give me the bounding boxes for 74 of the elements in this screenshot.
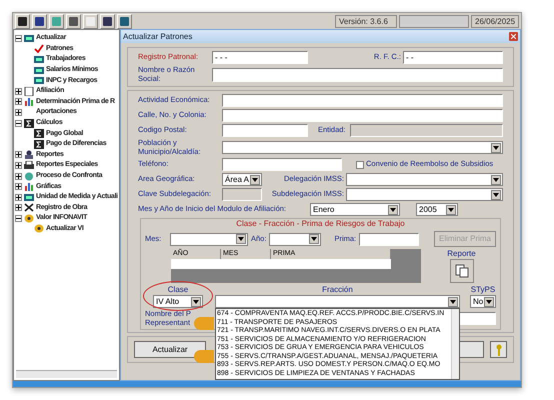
input-field[interactable]: - - - [212,51,308,64]
pointer-marker [194,317,214,330]
dropdown-arrow-icon [388,204,398,214]
dropdown[interactable] [346,188,503,201]
input-field[interactable]: - - [403,51,503,64]
close-icon[interactable] [509,32,518,41]
documents-icon [454,264,468,278]
input-field[interactable] [222,109,503,122]
dropdown[interactable]: No [470,295,496,308]
printer-icon [24,160,34,170]
dropdown[interactable] [346,173,503,186]
dropdown-arrow-icon [491,190,501,200]
tools-icon [24,203,34,212]
expand-icon[interactable] [15,98,22,106]
dropdown[interactable]: IV Alto [153,295,203,308]
dropdown-arrow-icon [250,174,260,184]
pointer-marker [194,350,214,363]
key-icon [494,344,502,356]
horizontal-scrollbar[interactable] [16,370,117,378]
report-button[interactable] [450,259,474,283]
dropdown[interactable]: Enero [310,203,400,216]
field-label: Fracción [322,285,353,295]
expand-icon[interactable] [15,172,22,180]
group-title: Clase - Fracción - Prima de Riesgos de Trabajo [235,219,406,229]
sigma-icon [34,129,44,138]
dropdown[interactable] [269,232,322,246]
dropdown-arrow-icon [446,204,456,214]
dropdown[interactable] [222,141,503,154]
dropdown[interactable]: 2005 [416,203,458,216]
input-field[interactable] [212,68,503,82]
vertical-scrollbar[interactable] [451,309,459,379]
collapse-icon[interactable] [15,214,22,222]
dropdown-arrow-icon [448,296,458,306]
expand-icon[interactable] [15,194,22,201]
update-button[interactable]: Actualizar [134,341,206,358]
key-button[interactable] [490,341,507,358]
dropdown-arrow-icon [236,234,246,244]
collapse-icon[interactable] [15,34,22,42]
dropdown-arrow-icon [191,296,201,306]
sigma-icon [24,118,34,128]
field-label: Clase [168,285,188,295]
document-icon [24,86,34,96]
date-label: 26/06/2025 [471,14,519,28]
expand-icon[interactable] [15,108,22,116]
dropdown[interactable]: Área A [222,173,262,186]
input-field[interactable] [222,124,308,137]
input-field[interactable] [222,94,503,107]
input-field[interactable] [350,124,503,137]
input-field[interactable] [222,158,342,171]
version-label: Versión: 3.6.6 [335,14,397,28]
dropdown-arrow-icon [491,142,501,152]
input-field[interactable] [359,232,420,246]
dropdown-arrow-icon [309,234,320,244]
sigma-icon [34,140,44,149]
dropdown-arrow-icon [484,296,494,306]
expand-icon[interactable] [15,88,22,95]
dialog-title: Actualizar Patrones [123,30,192,42]
dropdown[interactable] [215,295,460,308]
expand-icon[interactable] [15,204,22,212]
input-field[interactable] [222,188,262,201]
checkbox[interactable] [356,160,364,168]
dropdown-arrow-icon [491,174,501,184]
field-label: STyPS [470,285,496,295]
coin-icon [34,224,44,234]
status-field [399,14,469,28]
dropdown[interactable] [170,232,248,246]
collapse-icon[interactable] [15,120,22,127]
highlight-ellipse [143,281,213,311]
expand-icon[interactable] [15,151,22,158]
expand-icon[interactable] [15,162,22,169]
report-label: Reporte [447,249,476,258]
expand-icon[interactable] [15,183,22,190]
coin-icon [24,214,34,223]
checkmark-icon [34,44,44,54]
